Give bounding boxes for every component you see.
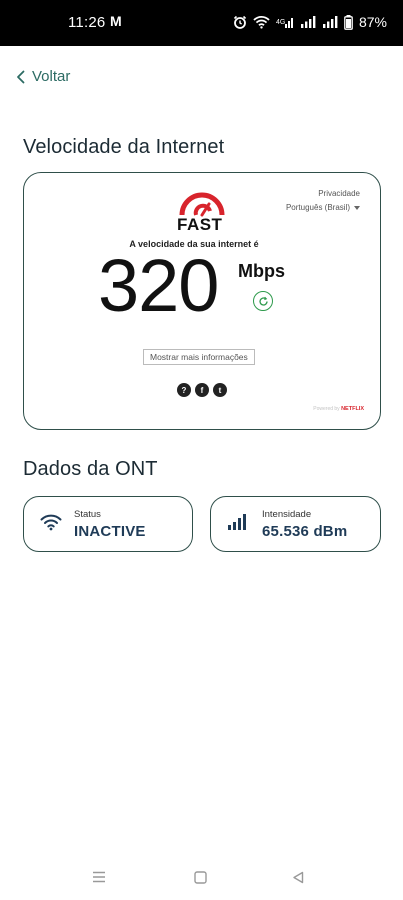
home-button[interactable] xyxy=(189,866,211,888)
signal-bars-icon xyxy=(228,514,246,530)
battery-icon xyxy=(344,14,353,30)
wifi-icon xyxy=(253,16,270,29)
battery-percent: 87% xyxy=(358,14,387,30)
signal-icon xyxy=(322,16,338,28)
speed-test-card: Privacidade Português (Brasil) FAST A ve… xyxy=(23,172,381,430)
twitter-icon[interactable]: t xyxy=(213,383,227,397)
ont-status-card[interactable]: Status INACTIVE xyxy=(23,496,193,552)
ont-intensity-label: Intensidade xyxy=(262,509,312,520)
ont-status-label: Status xyxy=(74,509,101,520)
privacy-link[interactable]: Privacidade xyxy=(318,189,360,198)
system-nav-bar xyxy=(0,852,403,900)
chevron-left-icon xyxy=(17,70,25,83)
facebook-icon[interactable]: f xyxy=(195,383,209,397)
ont-intensity-value: 65.536 dBm xyxy=(262,523,348,540)
speed-section-title: Velocidade da Internet xyxy=(23,136,225,158)
fast-logo-text: FAST xyxy=(177,215,223,234)
back-button[interactable]: Voltar xyxy=(16,68,70,85)
wifi-icon xyxy=(40,514,62,531)
speed-value: 320 xyxy=(98,244,219,327)
ont-section-title: Dados da ONT xyxy=(23,458,158,480)
netflix-logo: NETFLIX xyxy=(341,406,364,412)
social-links: ? f t xyxy=(177,383,227,397)
refresh-button[interactable] xyxy=(253,291,273,311)
menu-icon xyxy=(93,871,105,883)
powered-by-label: Powered by xyxy=(313,406,340,412)
svg-text:4G: 4G xyxy=(276,19,285,26)
recent-apps-button[interactable] xyxy=(88,866,110,888)
status-bar: 11:26 M 4G 87% xyxy=(0,0,403,46)
ont-status-value: INACTIVE xyxy=(74,523,146,540)
signal-icon xyxy=(300,16,316,28)
signal-icon: 4G xyxy=(276,18,293,28)
back-nav-button[interactable] xyxy=(287,866,309,888)
status-time: 11:26 xyxy=(68,14,106,31)
status-icons: 4G 87% xyxy=(233,12,387,32)
more-info-button[interactable]: Mostrar mais informações xyxy=(143,349,255,365)
language-select[interactable]: Português (Brasil) xyxy=(286,203,360,212)
speed-unit: Mbps xyxy=(238,261,285,281)
carrier-icon: M xyxy=(110,13,122,29)
ont-intensity-card[interactable]: Intensidade 65.536 dBm xyxy=(210,496,381,552)
powered-by-netflix: Powered by NETFLIX xyxy=(313,406,364,412)
back-label: Voltar xyxy=(32,68,71,85)
alarm-icon xyxy=(233,15,247,29)
help-icon[interactable]: ? xyxy=(177,383,191,397)
language-label: Português (Brasil) xyxy=(285,203,350,212)
square-icon xyxy=(193,870,207,884)
caret-down-icon xyxy=(354,205,360,210)
triangle-back-icon xyxy=(293,871,304,883)
refresh-icon xyxy=(258,296,268,306)
